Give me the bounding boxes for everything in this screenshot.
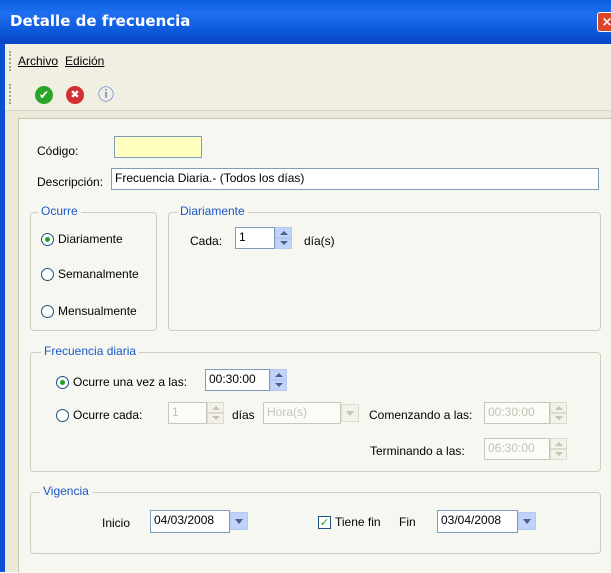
- interval-unit-select[interactable]: Hora(s): [263, 402, 341, 424]
- interval-days-label: días: [232, 408, 255, 422]
- has-end-checkbox[interactable]: ✓: [318, 516, 331, 529]
- once-label[interactable]: Ocurre una vez a las:: [73, 375, 187, 389]
- daily-legend: Diariamente: [177, 204, 248, 218]
- start-time-stepper[interactable]: [550, 402, 567, 424]
- radio-monthly[interactable]: [41, 305, 54, 318]
- every-label: Cada:: [190, 234, 223, 248]
- radio-weekly-label[interactable]: Semanalmente: [58, 267, 139, 281]
- end-time-label: Terminando a las:: [370, 444, 465, 458]
- interval-unit-dropdown-icon[interactable]: [341, 404, 359, 422]
- menu-edicion[interactable]: Edición: [65, 54, 104, 68]
- start-date-dropdown-icon[interactable]: [230, 512, 248, 530]
- validity-legend: Vigencia: [40, 484, 92, 498]
- once-time-stepper[interactable]: [270, 369, 287, 391]
- every-days-stepper[interactable]: [275, 227, 292, 249]
- info-icon[interactable]: ⓘ: [97, 86, 115, 104]
- end-time-input[interactable]: 06:30:00: [484, 438, 550, 460]
- end-time-stepper[interactable]: [550, 438, 567, 460]
- occurs-legend: Ocurre: [38, 204, 81, 218]
- radio-weekly[interactable]: [41, 268, 54, 281]
- radio-daily-label[interactable]: Diariamente: [58, 232, 123, 246]
- radio-every[interactable]: [56, 409, 69, 422]
- description-input[interactable]: Frecuencia Diaria.- (Todos los días): [111, 168, 599, 190]
- once-time-input[interactable]: 00:30:00: [205, 369, 270, 391]
- toolbar: [5, 78, 611, 111]
- start-time-label: Comenzando a las:: [369, 408, 473, 422]
- every-interval-label[interactable]: Ocurre cada:: [73, 408, 142, 422]
- menu-archivo[interactable]: Archivo: [18, 54, 58, 68]
- code-label: Código:: [37, 144, 79, 158]
- cancel-icon[interactable]: ✖: [66, 86, 84, 104]
- toolbar-grip: [9, 84, 13, 104]
- radio-monthly-label[interactable]: Mensualmente: [58, 304, 137, 318]
- accept-icon[interactable]: ✔: [35, 86, 53, 104]
- end-date-dropdown-icon[interactable]: [518, 512, 536, 530]
- close-button[interactable]: ×: [597, 12, 611, 32]
- start-date-input[interactable]: 04/03/2008: [150, 510, 230, 533]
- description-label: Descripción:: [37, 175, 104, 189]
- daily-frequency-legend: Frecuencia diaria: [41, 344, 140, 358]
- every-interval-input[interactable]: 1: [168, 402, 207, 424]
- daily-group: [168, 212, 601, 331]
- start-time-input[interactable]: 00:30:00: [484, 402, 550, 424]
- radio-daily[interactable]: [41, 233, 54, 246]
- end-date-label: Fin: [399, 515, 416, 529]
- every-interval-stepper[interactable]: [207, 402, 224, 424]
- menu-grip: [9, 51, 13, 71]
- start-date-label: Inicio: [102, 516, 131, 530]
- radio-once[interactable]: [56, 376, 69, 389]
- end-date-input[interactable]: 03/04/2008: [437, 510, 518, 533]
- window-title: Detalle de frecuencia: [10, 12, 191, 30]
- every-days-input[interactable]: 1: [235, 227, 275, 249]
- code-input[interactable]: [114, 136, 202, 158]
- has-end-label[interactable]: Tiene fin: [335, 515, 381, 529]
- days-unit-label: día(s): [304, 234, 335, 248]
